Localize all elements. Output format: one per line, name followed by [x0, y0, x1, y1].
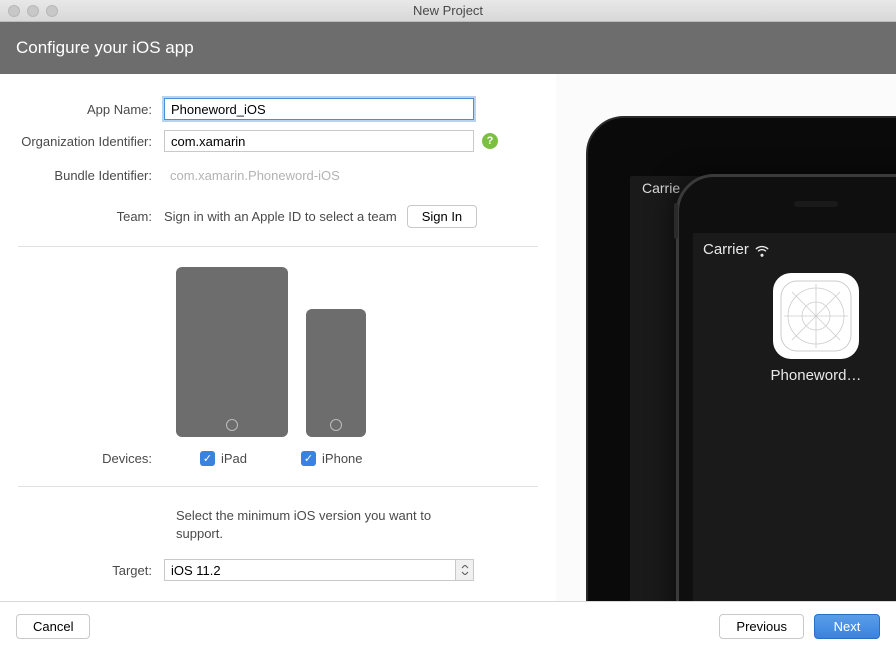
minimize-window-button[interactable] [27, 5, 39, 17]
devices-row: Devices: ✓ iPad ✓ iPhone [18, 451, 538, 466]
signin-button[interactable]: Sign In [407, 205, 477, 228]
wifi-icon [755, 243, 769, 257]
bundle-id-row: Bundle Identifier: com.xamarin.Phoneword… [18, 168, 538, 183]
form-panel: App Name: Organization Identifier: ? Bun… [0, 74, 556, 601]
zoom-window-button[interactable] [46, 5, 58, 17]
preview-panel: Carrie Carrier [556, 74, 896, 601]
bundle-id-value: com.xamarin.Phoneword-iOS [164, 168, 340, 183]
target-select[interactable]: iOS 11.2 [164, 559, 474, 581]
next-button[interactable]: Next [814, 614, 880, 639]
iphone-preview: Carrier Phoneword… [676, 174, 896, 601]
home-button-icon [330, 419, 342, 431]
target-label: Target: [18, 563, 164, 578]
ipad-carrier-text: Carrie [642, 180, 680, 196]
app-icon [773, 273, 859, 359]
org-id-input[interactable] [164, 130, 474, 152]
target-section: Select the minimum iOS version you want … [18, 507, 538, 581]
team-row: Team: Sign in with an Apple ID to select… [18, 205, 538, 228]
footer: Cancel Previous Next [0, 601, 896, 651]
divider [18, 486, 538, 487]
page-header: Configure your iOS app [0, 22, 896, 74]
window-title: New Project [0, 3, 896, 18]
iphone-checkbox[interactable]: ✓ [301, 451, 316, 466]
help-icon[interactable]: ? [482, 133, 498, 149]
iphone-side-button [674, 203, 678, 239]
target-description: Select the minimum iOS version you want … [176, 507, 456, 543]
previous-button[interactable]: Previous [719, 614, 804, 639]
traffic-lights [8, 5, 58, 17]
target-row: Target: iOS 11.2 [18, 559, 538, 581]
home-button-icon [226, 419, 238, 431]
app-name-row: App Name: [18, 98, 538, 120]
chevron-down-icon [455, 560, 473, 580]
preview-app-name: Phoneword… [693, 367, 896, 384]
team-label: Team: [18, 209, 164, 224]
titlebar: New Project [0, 0, 896, 22]
device-icons [176, 267, 538, 437]
iphone-check-group: ✓ iPhone [301, 451, 362, 466]
app-name-label: App Name: [18, 102, 164, 117]
content-area: App Name: Organization Identifier: ? Bun… [0, 74, 896, 601]
team-text: Sign in with an Apple ID to select a tea… [164, 209, 397, 224]
org-id-row: Organization Identifier: ? [18, 130, 538, 152]
iphone-screen: Carrier Phoneword… [693, 233, 896, 601]
ipad-icon [176, 267, 288, 437]
cancel-button[interactable]: Cancel [16, 614, 90, 639]
iphone-check-label: iPhone [322, 451, 362, 466]
iphone-speaker [794, 201, 838, 207]
iphone-carrier-text: Carrier [703, 241, 749, 258]
page-title: Configure your iOS app [16, 38, 194, 58]
app-icon-placeholder [780, 280, 852, 352]
iphone-icon [306, 309, 366, 437]
app-name-input[interactable] [164, 98, 474, 120]
target-select-value: iOS 11.2 [171, 563, 221, 578]
footer-right: Previous Next [719, 614, 880, 639]
ipad-check-group: ✓ iPad [200, 451, 247, 466]
bundle-id-label: Bundle Identifier: [18, 168, 164, 183]
org-id-label: Organization Identifier: [18, 134, 164, 149]
ipad-checkbox[interactable]: ✓ [200, 451, 215, 466]
close-window-button[interactable] [8, 5, 20, 17]
iphone-status-bar: Carrier [703, 241, 769, 258]
divider [18, 246, 538, 247]
devices-label: Devices: [18, 451, 164, 466]
ipad-check-label: iPad [221, 451, 247, 466]
